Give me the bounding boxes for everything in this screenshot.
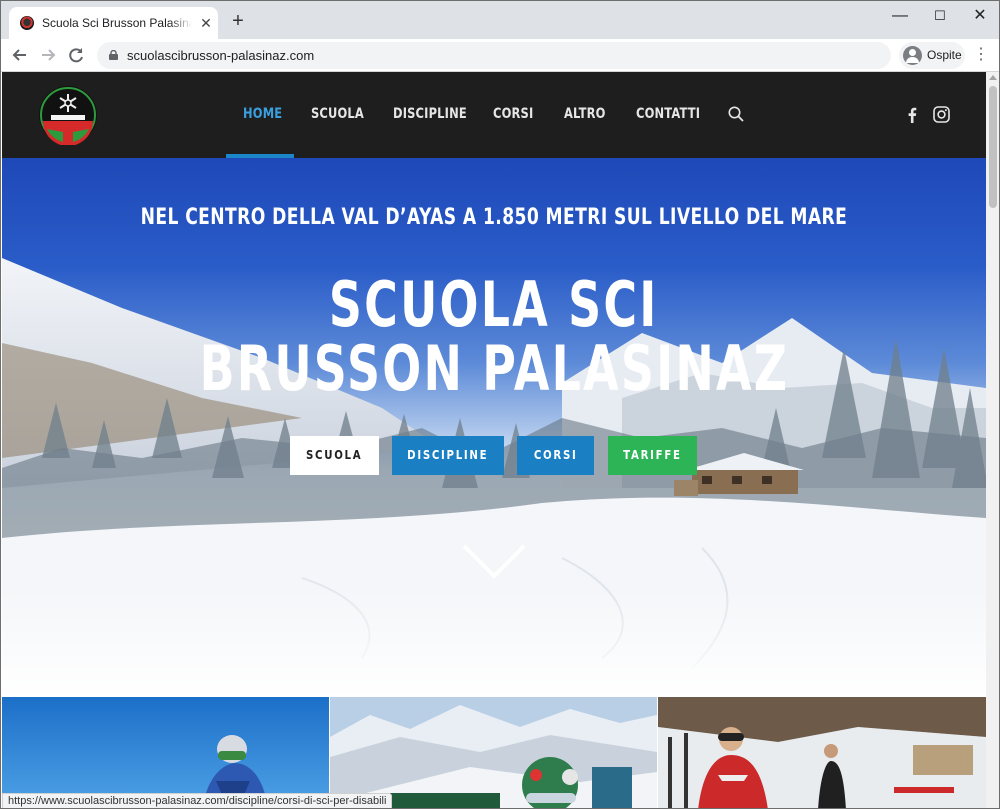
tab-close-icon[interactable]: ✕ [198, 15, 214, 31]
nav-home[interactable]: HOME [243, 106, 282, 122]
minimize-button[interactable]: — [885, 5, 915, 27]
nav-scuola[interactable]: SCUOLA [311, 106, 364, 122]
nav-altro[interactable]: ALTRO [564, 106, 606, 122]
scroll-up-arrow-icon[interactable] [989, 75, 997, 80]
page-viewport: HOME SCUOLA DISCIPLINE CORSI ALTRO CONTA… [2, 72, 986, 808]
scroll-down-chevron-icon[interactable] [461, 543, 527, 581]
tab-title: Scuola Sci Brusson Palasinaz nel cuore d… [42, 16, 192, 30]
forward-arrow-icon[interactable] [37, 44, 59, 66]
discipline-button[interactable]: DISCIPLINE [392, 436, 504, 475]
new-tab-button[interactable]: + [229, 11, 247, 31]
hero-background-image [2, 258, 986, 698]
tile-instructors-image[interactable] [658, 697, 986, 808]
profile-button[interactable]: Ospite [899, 42, 965, 69]
back-arrow-icon[interactable] [9, 44, 31, 66]
nav-contatti[interactable]: CONTATTI [636, 106, 700, 122]
browser-tab[interactable]: Scuola Sci Brusson Palasinaz nel cuore d… [9, 7, 218, 39]
page-scrollbar[interactable] [986, 72, 999, 808]
scuola-button[interactable]: SCUOLA [290, 436, 379, 475]
site-header: HOME SCUOLA DISCIPLINE CORSI ALTRO CONTA… [2, 72, 986, 158]
corsi-button[interactable]: CORSI [517, 436, 594, 475]
url-text: scuolascibrusson-palasinaz.com [127, 48, 315, 63]
menu-kebab-icon[interactable]: ⋮ [973, 44, 989, 66]
nav-discipline[interactable]: DISCIPLINE [393, 106, 467, 122]
maximize-button[interactable]: ☐ [925, 5, 955, 27]
ski-school-logo[interactable] [38, 85, 98, 145]
hero-subtitle: NEL CENTRO DELLA VAL D’AYAS A 1.850 METR… [140, 205, 848, 230]
hero-section: NEL CENTRO DELLA VAL D’AYAS A 1.850 METR… [2, 158, 986, 698]
hero-title: SCUOLA SCI BRUSSON PALASINAZ [199, 268, 789, 405]
tariffe-button[interactable]: TARIFFE [608, 436, 697, 475]
lock-icon [109, 50, 118, 60]
browser-toolbar: scuolascibrusson-palasinaz.com Ospite ⋮ [1, 39, 999, 72]
window-close-button[interactable]: ✕ [965, 5, 995, 27]
instagram-icon[interactable] [933, 106, 950, 123]
browser-window: Scuola Sci Brusson Palasinaz nel cuore d… [0, 0, 1000, 809]
profile-avatar-icon [903, 46, 922, 65]
search-icon[interactable] [728, 106, 744, 122]
link-status-bubble: https://www.scuolascibrusson-palasinaz.c… [2, 793, 393, 808]
address-bar[interactable]: scuolascibrusson-palasinaz.com [97, 42, 891, 69]
reload-icon[interactable] [65, 44, 87, 66]
profile-label: Ospite [927, 48, 962, 62]
nav-corsi[interactable]: CORSI [493, 106, 533, 122]
site-favicon-icon [20, 16, 34, 30]
facebook-icon[interactable] [905, 107, 919, 123]
scrollbar-thumb[interactable] [989, 86, 997, 208]
tab-strip: Scuola Sci Brusson Palasinaz nel cuore d… [1, 1, 999, 39]
